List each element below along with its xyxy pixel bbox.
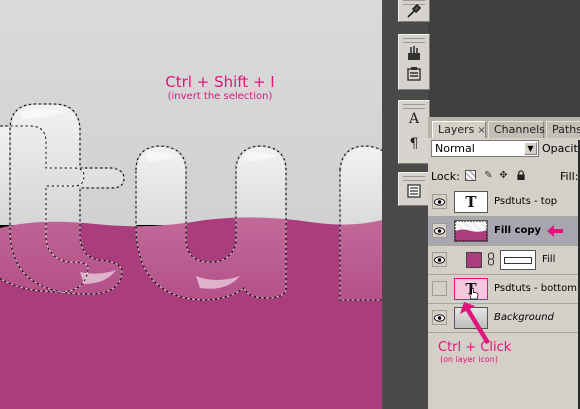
type-icon: T: [465, 193, 477, 211]
lock-brush-icon[interactable]: ✎: [483, 170, 494, 181]
layer-name: Psdtuts - top: [494, 196, 558, 207]
tool-group-comps: [398, 172, 430, 206]
annotation-description: (on layer icon): [440, 355, 498, 364]
fill-copy-preview: [455, 221, 487, 241]
visibility-eye-icon[interactable]: [432, 194, 447, 209]
visibility-eye-icon[interactable]: [432, 310, 447, 325]
layer-fill-copy[interactable]: Fill copy: [428, 217, 580, 246]
layer-name: Background: [494, 312, 554, 323]
fill-color-swatch[interactable]: [466, 252, 482, 268]
tool-group-type: A ¶: [398, 100, 430, 164]
lock-transparency-icon[interactable]: [465, 170, 476, 181]
visibility-eye-icon[interactable]: [432, 223, 447, 238]
layer-fill[interactable]: Fill: [428, 246, 580, 275]
layer-mask-thumbnail[interactable]: [500, 250, 536, 270]
layer-psdtuts-top[interactable]: T Psdtuts - top: [428, 188, 580, 217]
layer-name: Fill copy: [494, 225, 542, 236]
character-panel-icon[interactable]: A: [404, 109, 424, 129]
image-layer-thumbnail[interactable]: [454, 220, 488, 242]
layer-list: T Psdtuts - top Fill copy Fill T Psdtuts…: [428, 188, 580, 409]
pointer-arrow-icon: [547, 225, 563, 237]
layers-panel: Layers× Channels Paths Normal ▼ Opacity:…: [428, 117, 580, 409]
visibility-eye-icon[interactable]: [432, 252, 447, 267]
lock-label: Lock:: [431, 170, 460, 183]
paragraph-panel-icon[interactable]: ¶: [404, 134, 424, 154]
layer-comps-icon[interactable]: [404, 181, 424, 201]
tab-paths-label: Paths: [552, 123, 580, 136]
tab-channels-label: Channels: [494, 123, 545, 136]
tab-paths[interactable]: Paths: [546, 121, 580, 138]
annotation-description: (invert the selection): [167, 91, 273, 102]
ctrl-click-annotation: Ctrl + Click (on layer icon): [438, 340, 511, 365]
layer-name: Fill: [542, 254, 556, 265]
blend-mode-select[interactable]: Normal ▼: [431, 140, 539, 157]
annotation-shortcut: Ctrl + Click: [438, 340, 512, 355]
lock-all-icon[interactable]: [515, 170, 526, 181]
layer-name: Psdtuts - bottom: [494, 283, 577, 294]
eyedropper-tool-icon[interactable]: [404, 1, 424, 21]
paragraph-glyph: ¶: [409, 136, 419, 152]
text-layer-thumbnail[interactable]: T: [454, 278, 488, 300]
tool-group-presets: [398, 34, 430, 90]
lock-row: Lock: ✎ ✥ Fill:: [431, 169, 580, 185]
opacity-label: Opacity:: [542, 142, 580, 155]
document-canvas[interactable]: Ctrl + Shift + I (invert the selection): [0, 0, 382, 409]
text-layer-thumbnail[interactable]: T: [454, 191, 488, 213]
link-chain-icon[interactable]: [487, 252, 495, 266]
tab-close-icon[interactable]: ×: [477, 125, 485, 136]
fill-label: Fill:: [560, 170, 579, 183]
glass-text-artwork: [0, 103, 382, 409]
annotation-shortcut: Ctrl + Shift + I: [165, 73, 275, 91]
panel-dock: A ¶: [382, 0, 430, 409]
lock-move-icon[interactable]: ✥: [498, 170, 509, 181]
blend-mode-value: Normal: [435, 142, 475, 155]
invert-selection-annotation: Ctrl + Shift + I (invert the selection): [120, 73, 320, 103]
chevron-down-icon[interactable]: ▼: [524, 142, 537, 155]
layer-psdtuts-bottom[interactable]: T Psdtuts - bottom: [428, 275, 580, 304]
layer-background[interactable]: Background: [428, 304, 580, 333]
visibility-toggle-off[interactable]: [432, 281, 447, 296]
tab-layers[interactable]: Layers ×: [432, 121, 486, 138]
tab-channels[interactable]: Channels: [488, 121, 545, 138]
brush-presets-icon[interactable]: [404, 43, 424, 63]
tool-group-top: [398, 0, 430, 22]
tab-layers-label: Layers: [438, 123, 475, 136]
character-glyph: A: [408, 111, 420, 127]
panel-tab-bar: Layers × Channels Paths: [428, 117, 580, 138]
tool-presets-icon[interactable]: [404, 64, 424, 84]
